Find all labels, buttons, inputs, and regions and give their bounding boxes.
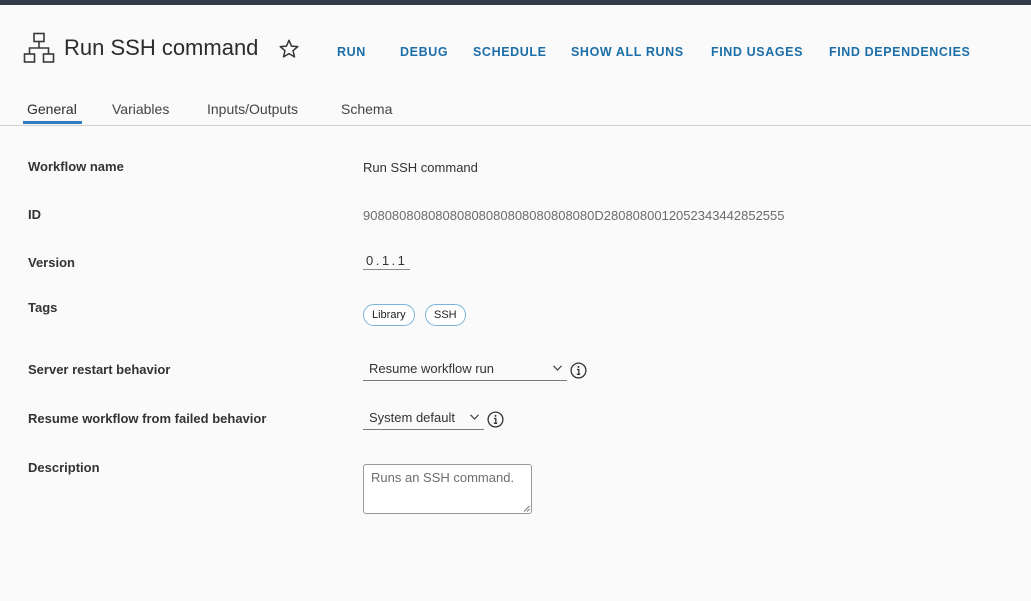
server-restart-selected: Resume workflow run	[369, 361, 494, 376]
header: Run SSH command RUN DEBUG SCHEDULE SHOW …	[0, 5, 1031, 85]
resume-failed-selected: System default	[369, 410, 455, 425]
chevron-down-icon	[470, 414, 479, 420]
server-restart-select[interactable]: Resume workflow run	[363, 359, 567, 381]
version-field[interactable]: 0.1.1	[363, 252, 410, 270]
id-value: 90808080808080808080808080808080D2808080…	[363, 208, 785, 223]
description-textarea[interactable]: Runs an SSH command.	[363, 464, 532, 514]
schedule-button[interactable]: SCHEDULE	[473, 45, 547, 59]
workflow-tree-icon	[23, 32, 55, 63]
resize-handle-icon[interactable]	[523, 505, 530, 512]
tab-bar: General Variables Inputs/Outputs Schema	[0, 96, 1031, 126]
active-tab-indicator	[23, 121, 82, 124]
run-button[interactable]: RUN	[337, 45, 366, 59]
tag-ssh[interactable]: SSH	[425, 304, 466, 326]
find-dependencies-button[interactable]: FIND DEPENDENCIES	[829, 45, 970, 59]
server-restart-label: Server restart behavior	[28, 362, 171, 377]
id-label: ID	[28, 207, 41, 222]
info-icon[interactable]	[570, 362, 587, 379]
version-label: Version	[28, 255, 75, 270]
page-title: Run SSH command	[64, 35, 259, 60]
star-icon[interactable]	[278, 38, 300, 60]
tag-library[interactable]: Library	[363, 304, 415, 326]
tab-variables[interactable]: Variables	[112, 101, 169, 117]
description-label: Description	[28, 460, 100, 475]
resume-failed-select[interactable]: System default	[363, 408, 484, 430]
info-icon[interactable]	[487, 411, 504, 428]
show-all-runs-button[interactable]: SHOW ALL RUNS	[571, 45, 684, 59]
debug-button[interactable]: DEBUG	[400, 45, 448, 59]
tab-schema[interactable]: Schema	[341, 101, 392, 117]
workflow-name-label: Workflow name	[28, 159, 124, 174]
tab-inputs-outputs[interactable]: Inputs/Outputs	[207, 101, 298, 117]
tags-label: Tags	[28, 300, 58, 315]
tab-general[interactable]: General	[27, 101, 77, 117]
chevron-down-icon	[553, 365, 562, 371]
resume-failed-label: Resume workflow from failed behavior	[28, 411, 267, 426]
workflow-name-value: Run SSH command	[363, 160, 478, 175]
find-usages-button[interactable]: FIND USAGES	[711, 45, 803, 59]
description-placeholder: Runs an SSH command.	[371, 470, 515, 485]
